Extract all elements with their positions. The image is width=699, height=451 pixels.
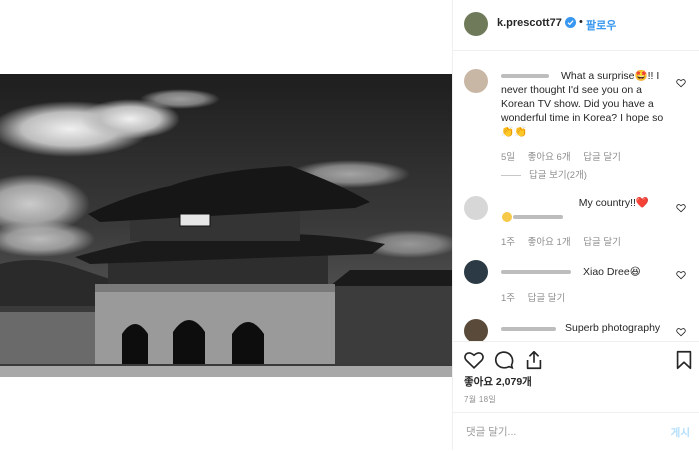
comment-bubble-icon[interactable] (493, 349, 515, 371)
redacted-username (501, 270, 571, 274)
post-photo[interactable] (0, 74, 452, 377)
redacted-username (513, 215, 563, 219)
post-header: k.prescott77 • 팔로우 (453, 0, 699, 51)
comment-text: Superb photography (565, 322, 661, 334)
commenter-avatar[interactable] (464, 69, 488, 93)
author-username[interactable]: k.prescott77 (497, 17, 562, 29)
comment-age: 1주 (501, 293, 516, 304)
share-icon[interactable] (523, 349, 545, 371)
comment-age: 1주 (501, 237, 516, 248)
post-media (0, 0, 452, 450)
comment-meta: 1주 좋아요 1개 답글 달기 (501, 234, 631, 248)
comment-age: 5일 (501, 152, 516, 163)
comment-list[interactable]: What a surprise🤩!! I never thought I'd s… (453, 51, 699, 341)
comment-like-icon[interactable] (676, 327, 686, 337)
view-replies-button[interactable]: 답글 보기(2개) (501, 167, 587, 181)
like-heart-icon[interactable] (463, 349, 485, 371)
comment-like-icon[interactable] (676, 78, 686, 88)
comment-meta: 1주 답글 달기 (501, 290, 575, 304)
verified-badge-icon (565, 17, 576, 28)
author-avatar[interactable] (464, 12, 488, 36)
commenter-avatar[interactable] (464, 196, 488, 220)
post-comment-button[interactable]: 게시 (671, 425, 690, 440)
emoji-icon (502, 212, 512, 222)
comment-meta: 5일 좋아요 6개 답글 달기 (501, 149, 631, 163)
post-sidebar: k.prescott77 • 팔로우 What a surprise🤩!! I … (452, 0, 699, 450)
reply-button[interactable]: 답글 달기 (583, 237, 621, 248)
redacted-username (501, 327, 556, 331)
header-separator: • (579, 16, 583, 28)
comment-likes[interactable]: 좋아요 6개 (528, 152, 571, 163)
comment-likes[interactable]: 좋아요 1개 (528, 237, 571, 248)
comment-composer: 게시 (453, 412, 699, 451)
follow-button[interactable]: 팔로우 (586, 17, 616, 33)
reply-button[interactable]: 답글 달기 (583, 152, 621, 163)
commenter-avatar[interactable] (464, 260, 488, 284)
like-count[interactable]: 좋아요 2,079개 (464, 374, 532, 389)
view-replies-label: 답글 보기(2개) (529, 170, 587, 181)
comment-input[interactable] (464, 423, 648, 441)
comment-text: Xiao Dree😆 (583, 266, 641, 278)
reply-button[interactable]: 답글 달기 (528, 293, 566, 304)
post-actions: 좋아요 2,079개 7월 18일 (453, 341, 699, 417)
post-date: 7월 18일 (464, 395, 497, 404)
commenter-avatar[interactable] (464, 319, 488, 341)
comment-like-icon[interactable] (676, 270, 686, 280)
comment-like-icon[interactable] (676, 203, 686, 213)
comment-text: My country!!❤️ (578, 197, 649, 209)
post-dialog: k.prescott77 • 팔로우 What a surprise🤩!! I … (0, 0, 699, 450)
bookmark-icon[interactable] (673, 349, 695, 371)
comment-text: What a surprise🤩!! I never thought I'd s… (501, 70, 664, 138)
